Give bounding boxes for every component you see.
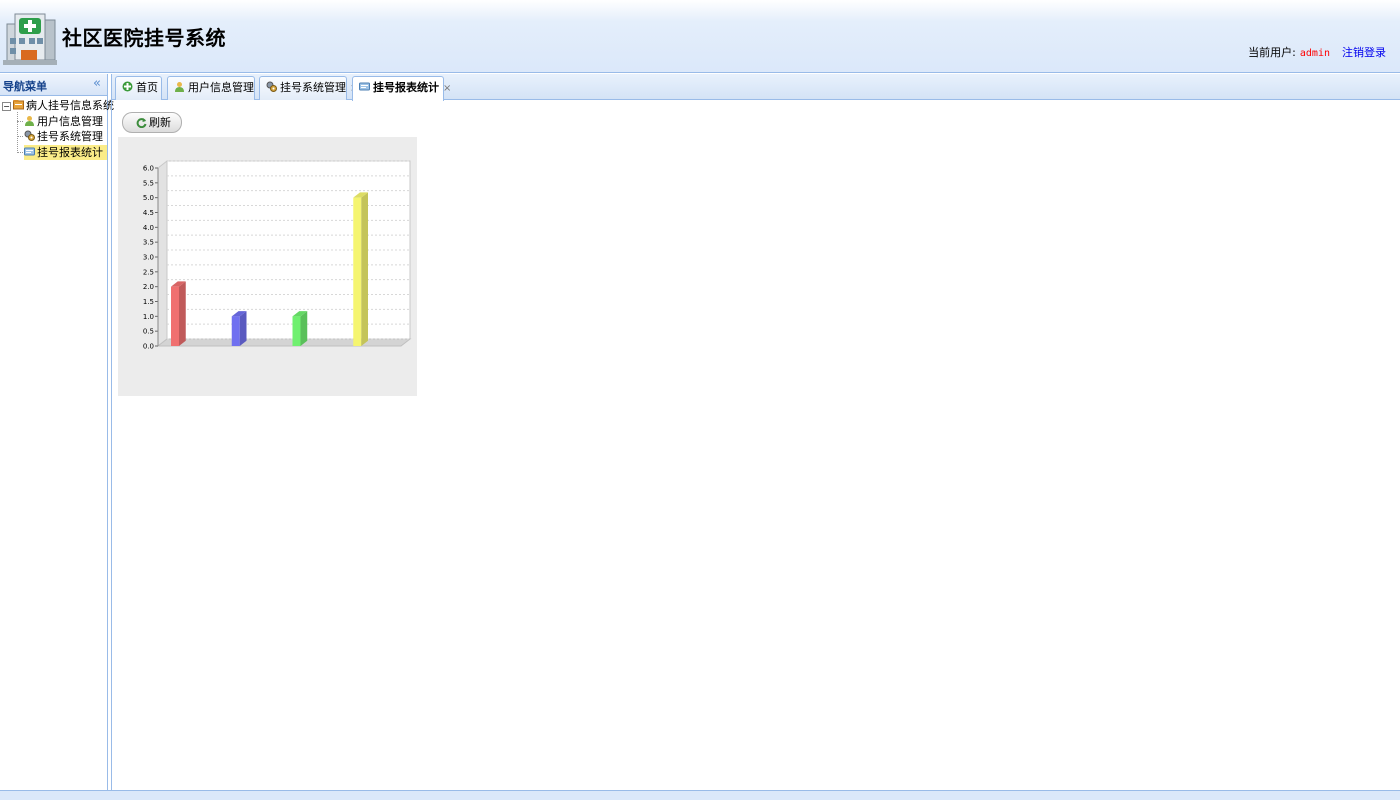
y-tick-label: 3.5 bbox=[143, 239, 154, 247]
nav-item-label: 用户信息管理 bbox=[37, 115, 103, 128]
tab-label: 用户信息管理 bbox=[188, 81, 254, 94]
y-tick-label: 4.0 bbox=[143, 224, 154, 232]
gear-icon bbox=[24, 130, 35, 141]
nav-title: 导航菜单 bbox=[3, 80, 47, 93]
nav-panel: 导航菜单 « − 病人挂号信息系统 用户信息管理 挂号系统管理 挂号报表统计 bbox=[0, 74, 114, 790]
close-icon[interactable]: × bbox=[443, 83, 451, 94]
bar-front bbox=[231, 316, 240, 346]
refresh-button[interactable]: 刷新 bbox=[122, 112, 182, 133]
nav-item-registration-management[interactable]: 挂号系统管理 bbox=[24, 129, 107, 144]
tree-connector bbox=[17, 112, 18, 153]
report-icon bbox=[359, 82, 370, 91]
user-icon bbox=[25, 116, 34, 126]
gear-icon bbox=[266, 81, 277, 92]
chart-floor bbox=[156, 338, 412, 347]
tab-home[interactable]: 首页 bbox=[115, 76, 162, 100]
tree-connector bbox=[17, 136, 23, 137]
nav-item-registration-report[interactable]: 挂号报表统计 bbox=[24, 145, 107, 160]
y-tick-label: 4.5 bbox=[143, 209, 154, 217]
double-chevron-left-icon[interactable]: « bbox=[93, 76, 101, 91]
y-tick-label: 0.5 bbox=[143, 328, 154, 336]
refresh-label: 刷新 bbox=[149, 116, 171, 129]
tree-connector bbox=[17, 152, 23, 153]
y-tick-label: 2.5 bbox=[143, 268, 154, 276]
nav-item-label: 挂号系统管理 bbox=[37, 130, 103, 143]
y-tick-label: 0.0 bbox=[143, 343, 154, 351]
y-tick-label: 6.0 bbox=[143, 165, 154, 173]
tab-registration-report[interactable]: 挂号报表统计 × bbox=[352, 76, 451, 101]
current-user-label: 当前用户: bbox=[1248, 46, 1296, 59]
y-tick-label: 2.0 bbox=[143, 283, 154, 291]
nav-item-user-management[interactable]: 用户信息管理 bbox=[24, 114, 107, 129]
bar-side bbox=[361, 192, 368, 346]
nav-item-label: 挂号报表统计 bbox=[37, 146, 103, 159]
bar-chart: 0.0 0.5 1.0 1.5 2.0 2.5 3.0 3.5 4.0 4.5 5.0 5.5 6.0 bbox=[143, 159, 412, 351]
report-icon bbox=[24, 147, 35, 156]
bar-front bbox=[171, 286, 179, 346]
hospital-logo-icon bbox=[3, 13, 57, 65]
tree-root[interactable]: − 病人挂号信息系统 bbox=[0, 98, 114, 113]
content-area: 首页 用户信息管理× 挂号系统管理× 挂号报表统计 × 刷新 0.0 0.5 1.0 1… bbox=[111, 74, 1400, 790]
y-tick-label: 5.5 bbox=[143, 179, 154, 187]
tree-root-label: 病人挂号信息系统 bbox=[26, 99, 114, 112]
user-area: 当前用户: admin 注销登录 bbox=[1248, 44, 1386, 60]
app-header: 社区医院挂号系统 当前用户: admin 注销登录 bbox=[0, 0, 1400, 73]
tab-user-management[interactable]: 用户信息管理× bbox=[167, 76, 266, 100]
nav-header: 导航菜单 « bbox=[0, 74, 107, 96]
app-title: 社区医院挂号系统 bbox=[62, 26, 226, 50]
y-tick-label: 1.0 bbox=[143, 313, 154, 321]
bar-side bbox=[239, 311, 247, 346]
logout-link[interactable]: 注销登录 bbox=[1342, 46, 1386, 59]
tab-registration-management[interactable]: 挂号系统管理× bbox=[259, 76, 358, 100]
user-icon bbox=[175, 82, 184, 92]
y-tick-label: 3.0 bbox=[143, 254, 154, 262]
bar-front bbox=[292, 316, 301, 346]
y-tick-label: 1.5 bbox=[143, 298, 154, 306]
chart-side-wall bbox=[157, 159, 168, 348]
tab-label: 首页 bbox=[136, 81, 158, 94]
tab-bar: 首页 用户信息管理× 挂号系统管理× 挂号报表统计 × bbox=[112, 74, 1400, 101]
status-bar bbox=[0, 790, 1400, 800]
tab-label: 挂号系统管理 bbox=[280, 81, 346, 94]
bar-front bbox=[353, 197, 362, 346]
tab-label: 挂号报表统计 bbox=[373, 81, 439, 94]
tree-connector bbox=[17, 121, 23, 122]
collapse-toggle-icon[interactable]: − bbox=[2, 102, 11, 111]
bar-side bbox=[300, 311, 308, 346]
refresh-icon bbox=[136, 118, 147, 128]
folder-icon bbox=[13, 100, 24, 110]
chart-panel: 0.0 0.5 1.0 1.5 2.0 2.5 3.0 3.5 4.0 4.5 5.0 5.5 6.0 bbox=[118, 137, 417, 396]
y-tick-label: 5.0 bbox=[143, 194, 154, 202]
current-user-name: admin bbox=[1299, 48, 1330, 59]
bar-side bbox=[179, 281, 186, 346]
home-icon bbox=[122, 81, 133, 92]
